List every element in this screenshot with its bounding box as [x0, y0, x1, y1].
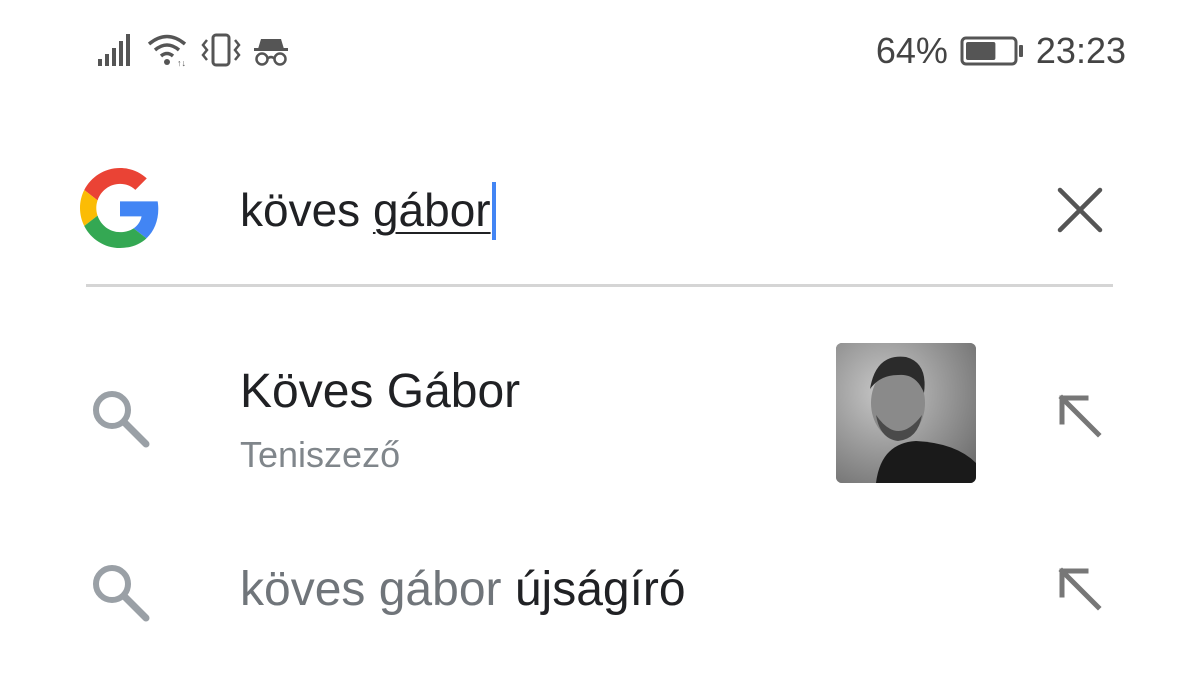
search-icon — [90, 388, 150, 453]
battery-percent: 64% — [875, 30, 948, 71]
battery-icon — [960, 36, 1024, 66]
search-icon — [90, 562, 150, 627]
suggestion-completion: újságíró — [514, 563, 686, 616]
suggestion-thumbnail — [836, 343, 976, 483]
query-composing: gábor — [372, 184, 491, 236]
suggestion-subtitle: Teniszező — [240, 434, 401, 475]
incognito-icon — [253, 33, 289, 67]
suggestion-title: köves gábor újságíró — [240, 562, 686, 617]
svg-text:↑↓: ↑↓ — [177, 58, 186, 67]
status-bar: ↑↓ 64% 23:23 — [0, 0, 1200, 100]
google-g-logo — [80, 168, 160, 253]
wifi-icon: ↑↓ — [147, 33, 189, 67]
query-typed: köves — [240, 184, 373, 236]
search-input[interactable]: köves gábor — [240, 182, 496, 240]
divider — [86, 284, 1113, 287]
signal-icon — [97, 33, 135, 67]
vibrate-icon — [201, 33, 241, 67]
status-icons: ↑↓ — [97, 33, 289, 67]
arrow-up-left-icon[interactable] — [1056, 565, 1104, 618]
suggestion-prefix: köves gábor — [240, 563, 515, 616]
close-icon[interactable] — [1056, 186, 1104, 239]
suggestion-item[interactable]: köves gábor újságíró — [0, 540, 1200, 650]
suggestion-item[interactable]: Köves Gábor Teniszező — [0, 330, 1200, 500]
suggestion-title: Köves Gábor — [240, 365, 521, 418]
arrow-up-left-icon[interactable] — [1056, 392, 1104, 445]
search-bar: köves gábor — [0, 150, 1200, 270]
status-right: 64% 23:23 — [876, 30, 1126, 72]
text-cursor — [491, 182, 496, 240]
clock: 23:23 — [1035, 30, 1126, 71]
